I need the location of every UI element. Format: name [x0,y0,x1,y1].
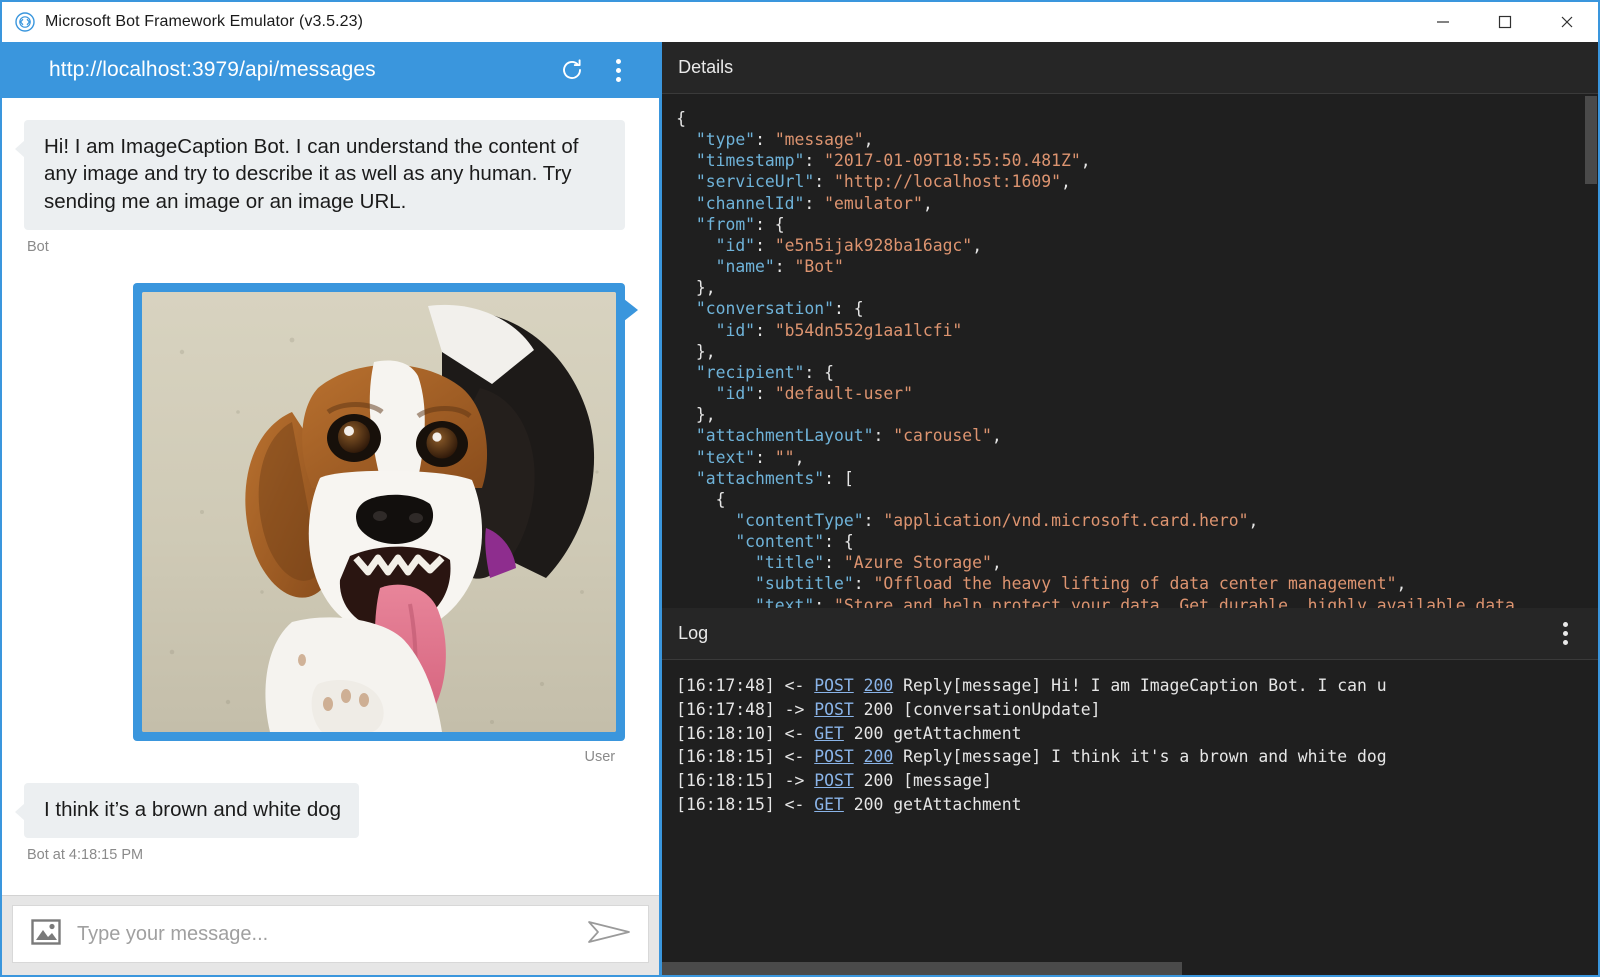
main-body: http://localhost:3979/api/messages Hi! I… [2,42,1598,975]
log-title: Log [678,623,709,643]
transcript: Hi! I am ImageCaption Bot. I can underst… [2,98,659,895]
message-meta: Bot [27,238,49,255]
json-line: { [676,109,686,128]
bubble-text: I think it’s a brown and white dog [14,782,360,838]
message-bot-greeting: Hi! I am ImageCaption Bot. I can underst… [14,120,626,255]
json-line: "recipient": { [695,362,835,382]
json-line: }, [676,278,716,298]
log-status: 200 [853,723,884,743]
send-icon[interactable] [586,917,632,952]
json-line: }, [676,405,716,425]
log-entry: [16:18:10] <- GET 200 getAttachment [676,723,1022,743]
log-verb-link[interactable]: POST [814,771,853,790]
json-line: }, [676,341,716,361]
log-entry: [16:18:15] <- GET 200 getAttachment [676,794,1022,814]
title-bar: Microsoft Bot Framework Emulator (v3.5.2… [2,0,1598,42]
details-header: Details [662,42,1598,94]
json-line: "attachments": [ [695,468,854,488]
log-entries: [16:17:48] <- POST 200 Reply[message] Hi… [676,674,1598,817]
window-title: Microsoft Bot Framework Emulator (v3.5.2… [45,13,364,30]
window-controls [1412,1,1598,43]
json-line: "serviceUrl": "http://localhost:1609", [695,172,1071,192]
details-title: Details [678,57,734,77]
json-line: "id": "e5n5ijak928ba16agc", [715,235,983,255]
details-body[interactable]: { "type": "message", "timestamp": "2017-… [662,94,1598,608]
close-button[interactable] [1536,1,1598,43]
maximize-button[interactable] [1474,1,1536,43]
log-status: 200 [863,699,894,719]
bubble-image[interactable] [133,282,639,741]
dog-photo-illustration [142,291,617,732]
composer-area [2,895,660,975]
log-verb-link[interactable]: POST [814,747,853,766]
emulator-window: Microsoft Bot Framework Emulator (v3.5.2… [0,0,1600,977]
log-horizontal-scrollbar[interactable] [662,962,1598,975]
json-line: "content": { [735,532,854,552]
details-scroll-thumb[interactable] [1585,96,1597,184]
json-line: "type": "message", [695,130,874,150]
refresh-icon[interactable] [549,47,595,93]
log-entry: [16:18:15] -> POST 200 [message] [676,771,992,791]
json-line: "text": "", [695,447,805,467]
endpoint-url[interactable]: http://localhost:3979/api/messages [49,58,376,82]
details-vertical-scrollbar[interactable] [1584,94,1598,608]
log-entry: [16:18:15] <- POST 200 Reply[message] I … [676,747,1387,767]
dog-photo[interactable] [142,291,617,732]
minimize-button[interactable] [1412,1,1474,43]
endpoint-bar: http://localhost:3979/api/messages [2,42,660,98]
json-line: "channelId": "emulator", [695,193,933,213]
json-line: "title": "Azure Storage", [755,553,1002,573]
log-status[interactable]: 200 [864,747,894,766]
json-line: "subtitle": "Offload the heavy lifting o… [755,574,1407,594]
json-line: "id": "default-user" [715,384,913,404]
log-body[interactable]: [16:17:48] <- POST 200 Reply[message] Hi… [662,660,1598,975]
bot-framework-logo-icon [14,11,36,33]
log-verb-link[interactable]: GET [814,795,844,814]
chat-pane: http://localhost:3979/api/messages Hi! I… [2,42,660,975]
message-meta: User [584,748,616,765]
log-entry: [16:17:48] <- POST 200 Reply[message] Hi… [676,676,1387,695]
json-line: "contentType": "application/vnd.microsof… [735,510,1259,530]
log-status[interactable]: 200 [864,676,894,695]
log-verb-link[interactable]: GET [814,724,844,743]
json-line: "name": "Bot" [715,257,844,277]
log-header: Log [662,608,1598,660]
image-attachment-icon[interactable] [31,918,61,950]
message-user-image: User [24,282,639,765]
log-verb-link[interactable]: POST [814,700,853,719]
json-line: "attachmentLayout": "carousel", [695,426,1002,446]
json-line: "conversation": { [695,299,864,319]
log-status: 200 [853,794,884,814]
json-line: "id": "b54dn552g1aa1lcfi" [715,320,963,340]
log-verb-link[interactable]: POST [814,676,853,695]
message-input[interactable] [77,922,587,946]
json-line: { [676,489,726,509]
json-line: "text": "Store and help protect your dat… [755,595,1515,608]
message-meta: Bot at 4:18:15 PM [27,847,144,863]
endpoint-menu-icon[interactable] [595,47,641,93]
activity-json: { "type": "message", "timestamp": "2017-… [676,108,1598,608]
message-bot-caption: I think it’s a brown and white dog Bot a… [14,782,625,863]
inspector-pane: Details { "type": "message", "timestamp"… [659,42,1598,975]
log-scroll-thumb[interactable] [662,962,1183,975]
log-entry: [16:17:48] -> POST 200 [conversationUpda… [676,699,1101,719]
endpoint-actions [549,47,659,93]
log-menu-icon[interactable] [1542,611,1588,657]
composer[interactable] [12,905,650,963]
json-line: "timestamp": "2017-01-09T18:55:50.481Z", [695,151,1091,171]
json-line: "from": { [695,214,785,234]
bubble-text: Hi! I am ImageCaption Bot. I can underst… [14,120,626,230]
log-status: 200 [863,771,894,791]
